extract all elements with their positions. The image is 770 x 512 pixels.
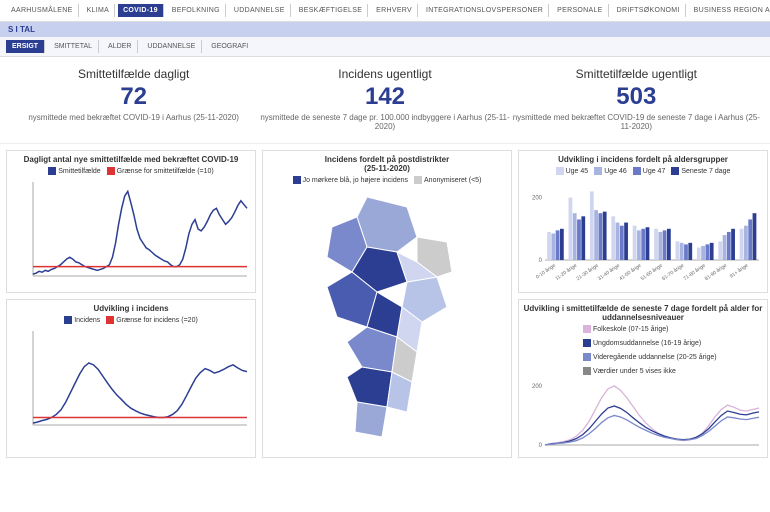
- kpi-sub: nysmittede med bekræftet COVID-19 i Aarh…: [8, 113, 259, 122]
- legend-item: Uge 45: [556, 167, 589, 175]
- legend-item: Incidens: [64, 316, 100, 324]
- svg-text:71-80 årige: 71-80 årige: [682, 262, 707, 282]
- legend-item: Værdier under 5 vises ikke: [583, 367, 676, 375]
- nav-klima[interactable]: KLIMA: [82, 4, 116, 17]
- svg-text:200: 200: [532, 384, 543, 390]
- panel-map: Incidens fordelt på postdistrikter (25-1…: [262, 150, 512, 458]
- legend: Incidens Grænse for incidens (=20): [11, 316, 251, 324]
- subnav-smittetal[interactable]: SMITTETAL: [48, 40, 99, 53]
- top-nav: AARHUSMÅLENE KLIMA COVID-19 BEFOLKNING U…: [0, 0, 770, 22]
- kpi-weekly-cases: Smittetilfælde ugentligt 503 nysmittede …: [511, 67, 762, 131]
- swatch-icon: [583, 325, 591, 333]
- kpi-daily-cases: Smittetilfælde dagligt 72 nysmittede med…: [8, 67, 259, 131]
- panel-education: Udvikling i smittetilfælde de seneste 7 …: [518, 299, 768, 458]
- age-bar-chart: 200 00-10 årige11-20 årige21-30 årige31-4…: [523, 178, 763, 288]
- kpi-value: 503: [511, 83, 762, 111]
- panel-title: Udvikling i incidens fordelt på aldersgr…: [523, 155, 763, 164]
- panel-daily-cases: Dagligt antal nye smittetilfælde med bek…: [6, 150, 256, 293]
- svg-text:0-10 årige: 0-10 årige: [534, 262, 557, 281]
- swatch-icon: [633, 167, 641, 175]
- kpi-value: 72: [8, 83, 259, 111]
- nav-beskaeftigelse[interactable]: BESKÆFTIGELSE: [294, 4, 368, 17]
- nav-business-region[interactable]: BUSINESS REGION AARHUS: [689, 4, 770, 17]
- svg-text:51-60 årige: 51-60 årige: [639, 262, 664, 282]
- swatch-icon: [293, 176, 301, 184]
- legend-item: Videregående uddannelse (20-25 årige): [583, 353, 717, 361]
- legend-item: Ungdomsuddannelse (16-19 årige): [583, 339, 701, 347]
- chart-grid: Dagligt antal nye smittetilfælde med bek…: [0, 144, 770, 464]
- svg-text:31-40 årige: 31-40 årige: [596, 262, 621, 282]
- section-bar: S I TAL: [0, 22, 770, 37]
- nav-aarhusmaalene[interactable]: AARHUSMÅLENE: [6, 4, 79, 17]
- swatch-icon: [583, 353, 591, 361]
- subnav-oversigt[interactable]: ERSIGT: [6, 40, 45, 53]
- legend-item: Grænse for incidens (=20): [106, 316, 198, 324]
- nav-covid19[interactable]: COVID-19: [118, 4, 164, 17]
- legend-item: Smittetilfælde: [48, 167, 100, 175]
- swatch-icon: [583, 339, 591, 347]
- swatch-icon: [107, 167, 115, 175]
- panel-title: Udvikling i smittetilfælde de seneste 7 …: [523, 304, 763, 322]
- sub-nav: ERSIGT SMITTETAL ALDER UDDANNELSE GEOGRA…: [0, 37, 770, 57]
- legend-item: Uge 47: [633, 167, 666, 175]
- kpi-title: Smittetilfælde dagligt: [8, 67, 259, 81]
- kpi-title: Smittetilfælde ugentligt: [511, 67, 762, 81]
- legend: Jo mørkere blå, jo højere incidens Anony…: [267, 176, 507, 184]
- incidence-line-chart: [11, 327, 251, 437]
- legend: Folkeskole (07-15 årige) Ungdomsuddannel…: [583, 325, 763, 375]
- daily-line-chart: [11, 178, 251, 288]
- swatch-icon: [48, 167, 56, 175]
- kpi-title: Incidens ugentligt: [259, 67, 510, 81]
- subnav-uddannelse[interactable]: UDDANNELSE: [141, 40, 202, 53]
- nav-driftsokonomi[interactable]: DRIFTSØKONOMI: [612, 4, 686, 17]
- svg-text:11-20 årige: 11-20 årige: [554, 262, 579, 282]
- kpi-weekly-incidence: Incidens ugentligt 142 nysmittede de sen…: [259, 67, 510, 131]
- svg-text:0: 0: [539, 258, 543, 264]
- legend-item: Jo mørkere blå, jo højere incidens: [293, 176, 408, 184]
- swatch-icon: [594, 167, 602, 175]
- legend: Smittetilfælde Grænse for smittetilfælde…: [11, 167, 251, 175]
- swatch-icon: [671, 167, 679, 175]
- education-line-chart: 2000: [523, 378, 763, 453]
- svg-text:61-70 årige: 61-70 årige: [661, 262, 686, 282]
- svg-text:200: 200: [532, 196, 543, 202]
- legend: Uge 45 Uge 46 Uge 47 Seneste 7 dage: [523, 167, 763, 175]
- swatch-icon: [64, 316, 72, 324]
- legend-item: Anonymiseret (<5): [414, 176, 481, 184]
- panel-incidence: Udvikling i incidens Incidens Grænse for…: [6, 299, 256, 458]
- nav-integration[interactable]: INTEGRATIONSLOVSPERSONER: [421, 4, 549, 17]
- legend-item: Grænse for smittetilfælde (=10): [107, 167, 214, 175]
- svg-text:21-30 årige: 21-30 årige: [575, 262, 600, 282]
- panel-title: Udvikling i incidens: [11, 304, 251, 313]
- kpi-row: Smittetilfælde dagligt 72 nysmittede med…: [0, 57, 770, 144]
- nav-erhverv[interactable]: ERHVERV: [371, 4, 418, 17]
- swatch-icon: [583, 367, 591, 375]
- panel-title: Incidens fordelt på postdistrikter (25-1…: [267, 155, 507, 173]
- swatch-icon: [414, 176, 422, 184]
- panel-age-bars: Udvikling i incidens fordelt på aldersgr…: [518, 150, 768, 293]
- kpi-value: 142: [259, 83, 510, 111]
- legend-item: Seneste 7 dage: [671, 167, 730, 175]
- nav-befolkning[interactable]: BEFOLKNING: [167, 4, 226, 17]
- panel-title: Dagligt antal nye smittetilfælde med bek…: [11, 155, 251, 164]
- legend-item: Uge 46: [594, 167, 627, 175]
- swatch-icon: [556, 167, 564, 175]
- svg-text:81-90 årige: 81-90 årige: [703, 262, 728, 282]
- svg-text:0: 0: [539, 443, 543, 449]
- swatch-icon: [106, 316, 114, 324]
- nav-uddannelse[interactable]: UDDANNELSE: [229, 4, 291, 17]
- subnav-alder[interactable]: ALDER: [102, 40, 138, 53]
- subnav-geografi[interactable]: GEOGRAFI: [205, 40, 254, 53]
- svg-text:41-50 årige: 41-50 årige: [618, 262, 643, 282]
- choropleth-map: [267, 187, 507, 447]
- svg-text:91+ årige: 91+ årige: [728, 262, 749, 280]
- nav-personale[interactable]: PERSONALE: [552, 4, 609, 17]
- kpi-sub: nysmittede med bekræftet COVID-19 de sen…: [511, 113, 762, 131]
- kpi-sub: nysmittede de seneste 7 dage pr. 100.000…: [259, 113, 510, 131]
- legend-item: Folkeskole (07-15 årige): [583, 325, 668, 333]
